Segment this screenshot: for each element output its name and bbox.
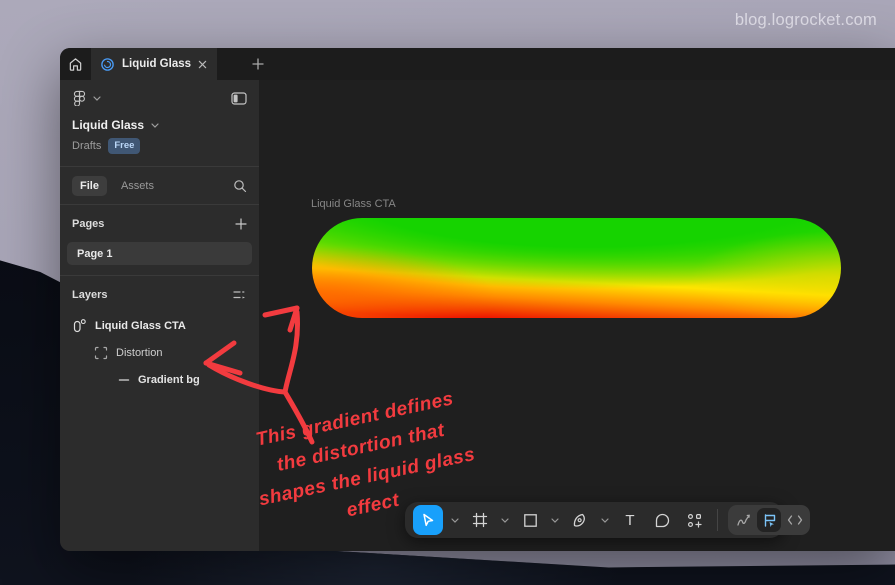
main-menu-button[interactable]	[72, 90, 101, 106]
pen-icon	[572, 512, 588, 528]
tab-file[interactable]: File	[72, 176, 107, 196]
canvas[interactable]: Liquid Glass CTA	[259, 80, 895, 551]
design-mode-icon	[762, 513, 777, 528]
pages-header: Pages	[72, 218, 104, 230]
collapse-layers-icon[interactable]	[233, 289, 247, 301]
divider	[60, 204, 259, 205]
frame-icon	[72, 318, 87, 333]
chevron-down-icon	[501, 518, 509, 523]
chevron-down-icon	[601, 518, 609, 523]
group-icon	[94, 346, 108, 360]
plan-badge: Free	[108, 138, 140, 154]
figma-file-icon	[100, 57, 115, 72]
chevron-down-icon	[93, 96, 101, 101]
file-name: Liquid Glass	[72, 118, 144, 132]
tab-bar: Liquid Glass	[60, 48, 895, 80]
text-tool-button[interactable]: T	[617, 507, 643, 533]
figma-logo-icon	[72, 90, 87, 106]
layer-row-distortion[interactable]: Distortion	[60, 339, 259, 366]
toolbar-divider	[717, 509, 718, 531]
file-location[interactable]: Drafts	[72, 140, 101, 152]
home-icon	[68, 57, 83, 72]
plus-icon	[252, 58, 264, 70]
tab-liquid-glass[interactable]: Liquid Glass	[91, 48, 217, 80]
desktop: { "watermark": "blog.logrocket.com", "ta…	[0, 0, 895, 585]
tab-title: Liquid Glass	[122, 58, 191, 70]
add-page-icon[interactable]	[235, 218, 247, 230]
page-item-page1[interactable]: Page 1	[67, 242, 252, 265]
frame-tool-menu[interactable]	[499, 518, 511, 523]
comment-tool-button[interactable]	[649, 507, 675, 533]
shape-tool-button[interactable]	[517, 507, 543, 533]
home-button[interactable]	[60, 48, 91, 80]
mode-switcher	[728, 505, 810, 535]
layer-name: Liquid Glass CTA	[95, 320, 186, 332]
close-icon[interactable]	[198, 60, 207, 69]
scribble-icon	[736, 513, 751, 528]
code-icon	[787, 514, 803, 526]
frame-tool-icon	[472, 512, 488, 528]
layer-name: Gradient bg	[138, 374, 200, 386]
actions-icon	[686, 512, 703, 529]
pen-tool-button[interactable]	[567, 507, 593, 533]
file-name-menu[interactable]: Liquid Glass	[60, 116, 259, 132]
line-icon	[118, 374, 130, 386]
comment-icon	[654, 512, 671, 529]
chevron-down-icon	[451, 518, 459, 523]
frame-label[interactable]: Liquid Glass CTA	[311, 198, 396, 210]
chevron-down-icon	[551, 518, 559, 523]
tab-assets[interactable]: Assets	[113, 176, 162, 196]
layers-header: Layers	[72, 289, 107, 301]
move-tool-menu[interactable]	[449, 518, 461, 523]
text-tool-icon: T	[625, 512, 634, 529]
gradient-pill-object[interactable]	[312, 218, 841, 318]
page-name: Page 1	[77, 248, 112, 260]
draw-mode-button[interactable]	[731, 508, 755, 532]
figma-window: Liquid Glass	[60, 48, 895, 551]
divider	[60, 275, 259, 276]
left-sidebar: Liquid Glass Drafts Free File Assets	[60, 80, 259, 551]
watermark: blog.logrocket.com	[735, 11, 877, 30]
layer-name: Distortion	[116, 347, 162, 359]
layer-row-gradient-bg[interactable]: Gradient bg	[60, 366, 259, 393]
bottom-toolbar: T	[405, 502, 783, 538]
toggle-sidebar-icon[interactable]	[231, 92, 247, 105]
new-tab-button[interactable]	[241, 48, 275, 80]
dev-mode-button[interactable]	[783, 508, 807, 532]
chevron-down-icon	[151, 123, 159, 128]
shape-tool-menu[interactable]	[549, 518, 561, 523]
frame-tool-button[interactable]	[467, 507, 493, 533]
search-icon[interactable]	[233, 179, 247, 193]
cursor-icon	[420, 512, 436, 528]
app-body: Liquid Glass Drafts Free File Assets	[60, 80, 895, 551]
design-mode-button[interactable]	[757, 508, 781, 532]
rectangle-icon	[523, 513, 538, 528]
actions-button[interactable]	[681, 507, 707, 533]
layer-row-liquid-glass-cta[interactable]: Liquid Glass CTA	[60, 312, 259, 339]
move-tool-button[interactable]	[413, 505, 443, 535]
pen-tool-menu[interactable]	[599, 518, 611, 523]
